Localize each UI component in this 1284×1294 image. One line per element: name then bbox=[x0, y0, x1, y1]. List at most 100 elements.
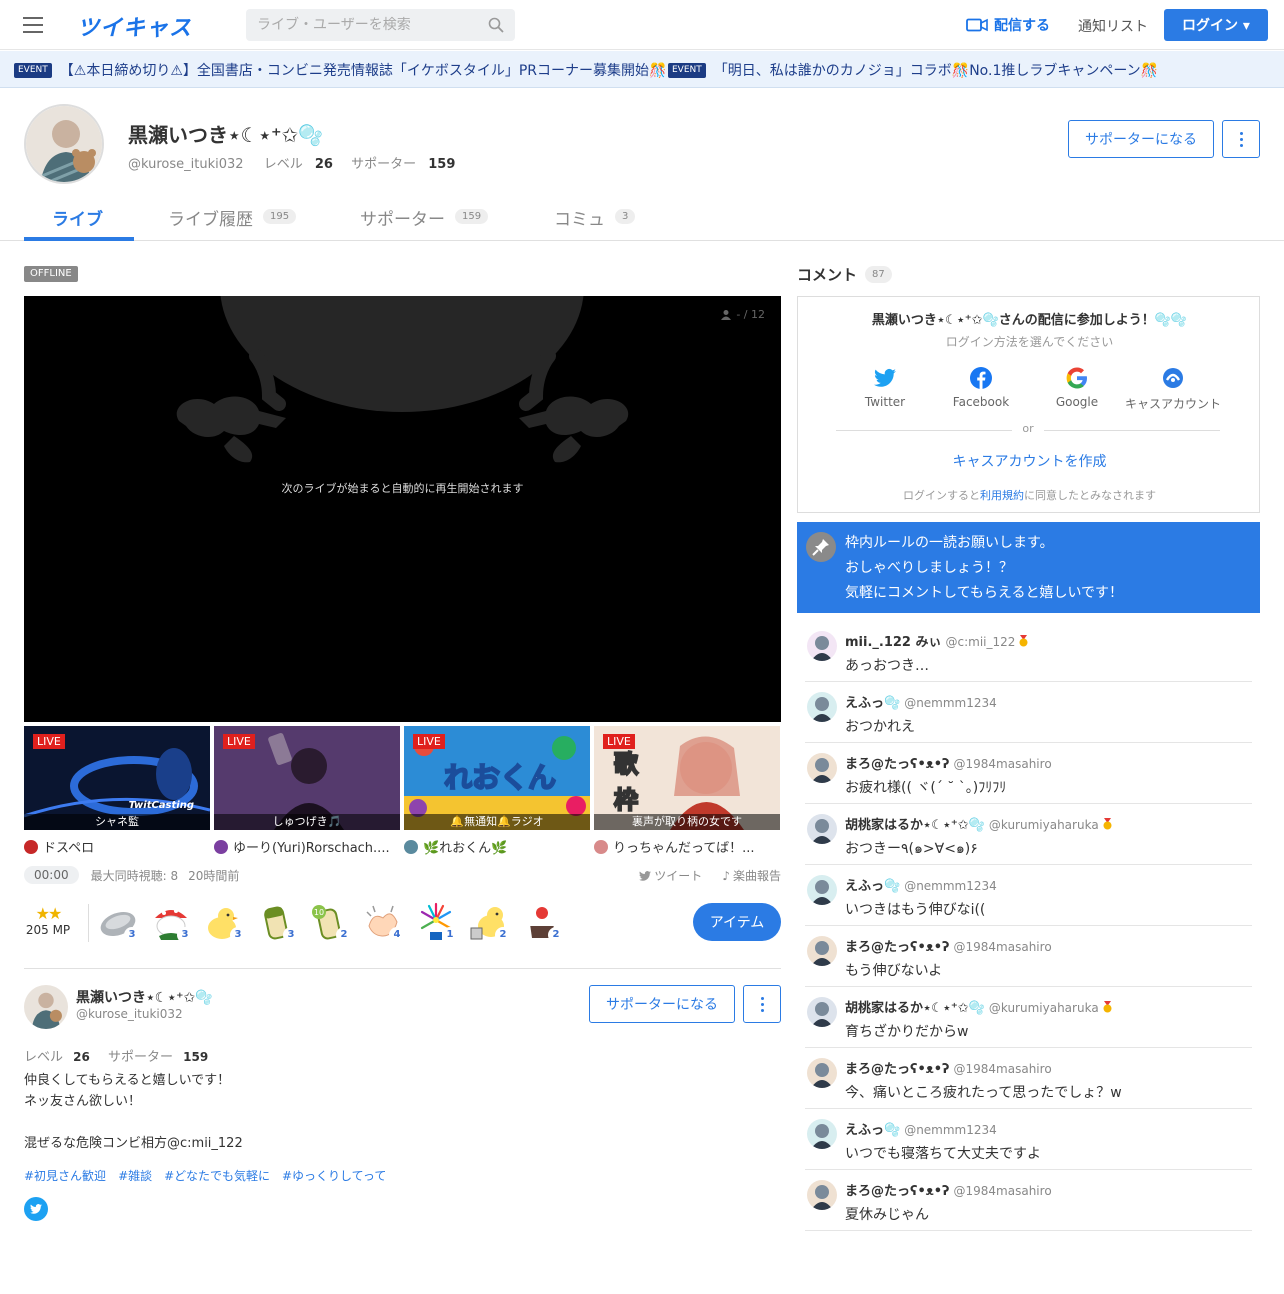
hashtag-link[interactable]: #どなたでも気軽に bbox=[164, 1167, 270, 1184]
commenter-name[interactable]: mii._.122 みぃ @c:mii_122 bbox=[845, 631, 1028, 650]
broadcaster-avatar bbox=[404, 839, 418, 854]
search-input[interactable] bbox=[246, 9, 481, 41]
create-account-link[interactable]: キャスアカウントを作成 bbox=[798, 451, 1261, 471]
login-twitcasting-button[interactable]: キャスアカウント bbox=[1125, 367, 1221, 412]
commenter-avatar[interactable] bbox=[807, 936, 837, 966]
gift-item[interactable]: 3 bbox=[151, 902, 193, 943]
gift-item[interactable]: 4 bbox=[363, 902, 405, 943]
hashtag-link[interactable]: #ゆっくりしてって bbox=[282, 1167, 386, 1184]
gift-item[interactable]: 2 bbox=[469, 902, 511, 943]
become-supporter-button[interactable]: サポーターになる bbox=[1068, 120, 1214, 158]
profile-avatar[interactable] bbox=[24, 104, 104, 184]
comment-item: 胡桃家はるか⋆☾⋆⁺✩🫧 @kurumiyaharuka おつきー٩(๑>∀<๑)۶ bbox=[805, 804, 1252, 865]
tab-supporters[interactable]: サポーター 159 bbox=[360, 195, 489, 241]
level-label: レベル bbox=[263, 157, 303, 172]
commenter-id: @kurumiyaharuka bbox=[988, 818, 1099, 832]
medal-icon bbox=[1103, 1001, 1112, 1013]
tab-live-history[interactable]: ライブ履歴 195 bbox=[168, 195, 297, 241]
terms-notice: ログインすると利用規約に同意したとみなされます bbox=[798, 487, 1261, 503]
pinned-line: おしゃべりしましょう！？ bbox=[845, 560, 1013, 576]
more-options-icon[interactable] bbox=[743, 985, 781, 1023]
commenter-avatar[interactable] bbox=[807, 1058, 837, 1088]
commenter-name[interactable]: 胡桃家はるか⋆☾⋆⁺✩🫧 @kurumiyaharuka bbox=[845, 997, 1112, 1016]
gift-item[interactable]: 3 bbox=[204, 902, 246, 943]
site-logo[interactable]: ツイキャス bbox=[77, 10, 192, 42]
more-options-icon[interactable] bbox=[1222, 120, 1260, 158]
level-label: レベル bbox=[24, 1050, 64, 1065]
tab-label: コミュ bbox=[554, 210, 605, 230]
live-caption: しゅつげき🎵 bbox=[214, 814, 400, 830]
commenter-avatar[interactable] bbox=[807, 1119, 837, 1149]
hashtag-link[interactable]: #初見さん歓迎 bbox=[24, 1167, 106, 1184]
broadcaster-name[interactable]: ドスペロ bbox=[24, 837, 210, 856]
item-button[interactable]: アイテム bbox=[693, 903, 781, 941]
login-facebook-button[interactable]: Facebook bbox=[933, 367, 1029, 409]
event-link-1[interactable]: EVENT 【⚠本日締め切り⚠】全国書店・コンビニ発売情報誌「イケボスタイル」P… bbox=[14, 60, 666, 80]
commenter-name[interactable]: 胡桃家はるか⋆☾⋆⁺✩🫧 @kurumiyaharuka bbox=[845, 814, 1112, 833]
or-divider: or bbox=[836, 422, 1220, 437]
gift-count: 3 bbox=[230, 927, 246, 943]
tab-count: 3 bbox=[615, 209, 636, 224]
commenter-avatar[interactable] bbox=[807, 692, 837, 722]
commenter-name[interactable]: えふっ🫧 @nemmm1234 bbox=[845, 1119, 997, 1138]
tab-community[interactable]: コミュ 3 bbox=[554, 195, 636, 241]
login-twitter-button[interactable]: Twitter bbox=[837, 367, 933, 409]
thumb-overlay-text: TwitCasting bbox=[128, 800, 194, 811]
profile-bio: 仲良くしてもらえると嬉しいです！ ネッ友さん欲しい！ 混ぜるな危険コンビ相方@c… bbox=[24, 1073, 243, 1151]
commenter-avatar[interactable] bbox=[807, 875, 837, 905]
gift-item[interactable]: 2 bbox=[522, 902, 564, 943]
recommended-live-card[interactable]: LIVE 歌枠 裏声が取り柄の女です りっちゃんだってば！... bbox=[594, 726, 780, 856]
song-report-link[interactable]: ♪ 楽曲報告 bbox=[722, 867, 781, 884]
commenter-name[interactable]: えふっ🫧 @nemmm1234 bbox=[845, 692, 997, 711]
broadcaster-avatar bbox=[594, 839, 608, 854]
commenter-name[interactable]: えふっ🫧 @nemmm1234 bbox=[845, 875, 997, 894]
max-viewers: 最大同時視聴: 8 bbox=[90, 868, 179, 883]
commenter-avatar[interactable] bbox=[807, 997, 837, 1027]
tab-live[interactable]: ライブ bbox=[52, 195, 103, 241]
gift-count: 3 bbox=[283, 927, 299, 943]
broadcaster-name-text: ドスペロ bbox=[43, 841, 95, 856]
recommended-live-card[interactable]: LIVE TwitCasting シャネ監 ドスペロ bbox=[24, 726, 210, 856]
supporter-value: 159 bbox=[428, 157, 456, 172]
menu-hamburger-icon[interactable] bbox=[23, 17, 43, 33]
recommended-live-card[interactable]: LIVE しゅつげき🎵 ゆーり(Yuri)Rorschach.... bbox=[214, 726, 400, 856]
commenter-avatar[interactable] bbox=[807, 814, 837, 844]
become-supporter-button[interactable]: サポーターになる bbox=[589, 985, 735, 1023]
gift-item[interactable]: 3 bbox=[257, 902, 299, 943]
login-button[interactable]: ログイン ▾ bbox=[1164, 9, 1268, 41]
broadcaster-name[interactable]: ゆーり(Yuri)Rorschach.... bbox=[214, 837, 400, 856]
broadcaster-name[interactable]: りっちゃんだってば！... bbox=[594, 837, 780, 856]
commenter-name-text: まろ@たっʕ•ᴥ•ʔ bbox=[845, 1062, 950, 1077]
twitter-profile-icon[interactable] bbox=[24, 1197, 48, 1221]
twitter-icon bbox=[639, 870, 652, 881]
recommended-live-card[interactable]: LIVE れおくん 🔔無通知🔔ラジオ 🌿れおくん🌿 bbox=[404, 726, 590, 856]
login-google-button[interactable]: Google bbox=[1029, 367, 1125, 409]
hashtag-list: #初見さん歓迎 #雑談 #どなたでも気軽に #ゆっくりしてって bbox=[24, 1167, 386, 1184]
event-badge: EVENT bbox=[668, 62, 706, 78]
broadcaster-name-text: 🌿れおくん🌿 bbox=[423, 841, 508, 856]
video-player[interactable]: - / 12 次のライブが始まると自動的に再生開始されます bbox=[24, 296, 781, 722]
profile-avatar-small[interactable] bbox=[24, 985, 68, 1029]
event-link-2[interactable]: EVENT 「明日、私は誰かのカノジョ」コラボ🎊No.1推しラブキャンペーン🎊 bbox=[668, 60, 1158, 80]
stream-link[interactable]: 配信する bbox=[966, 16, 1050, 34]
gift-item[interactable]: 10 2 bbox=[310, 902, 352, 943]
hashtag-link[interactable]: #雑談 bbox=[118, 1167, 152, 1184]
commenter-avatar[interactable] bbox=[807, 631, 837, 661]
comment-text: おつきー٩(๑>∀<๑)۶ bbox=[845, 841, 978, 857]
viewer-count-value: - / 12 bbox=[736, 308, 765, 321]
commenter-avatar[interactable] bbox=[807, 753, 837, 783]
commenter-name[interactable]: まろ@たっʕ•ᴥ•ʔ @1984masahiro bbox=[845, 1180, 1052, 1199]
broadcaster-name[interactable]: 🌿れおくん🌿 bbox=[404, 837, 590, 856]
gift-item[interactable]: 3 bbox=[98, 902, 140, 943]
gift-item[interactable]: 1 bbox=[416, 902, 458, 943]
commenter-avatar[interactable] bbox=[807, 1180, 837, 1210]
notification-list-link[interactable]: 通知リスト bbox=[1078, 16, 1148, 36]
commenter-name[interactable]: まろ@たっʕ•ᴥ•ʔ @1984masahiro bbox=[845, 753, 1052, 772]
tweet-link[interactable]: ツイート bbox=[639, 867, 702, 884]
broadcaster-avatar bbox=[24, 839, 38, 854]
commenter-name[interactable]: まろ@たっʕ•ᴥ•ʔ @1984masahiro bbox=[845, 1058, 1052, 1077]
terms-link[interactable]: 利用規約 bbox=[980, 489, 1024, 502]
commenter-name[interactable]: まろ@たっʕ•ᴥ•ʔ @1984masahiro bbox=[845, 936, 1052, 955]
comment-item: えふっ🫧 @nemmm1234 おつかれえ bbox=[805, 682, 1252, 743]
search-icon[interactable] bbox=[488, 17, 504, 33]
